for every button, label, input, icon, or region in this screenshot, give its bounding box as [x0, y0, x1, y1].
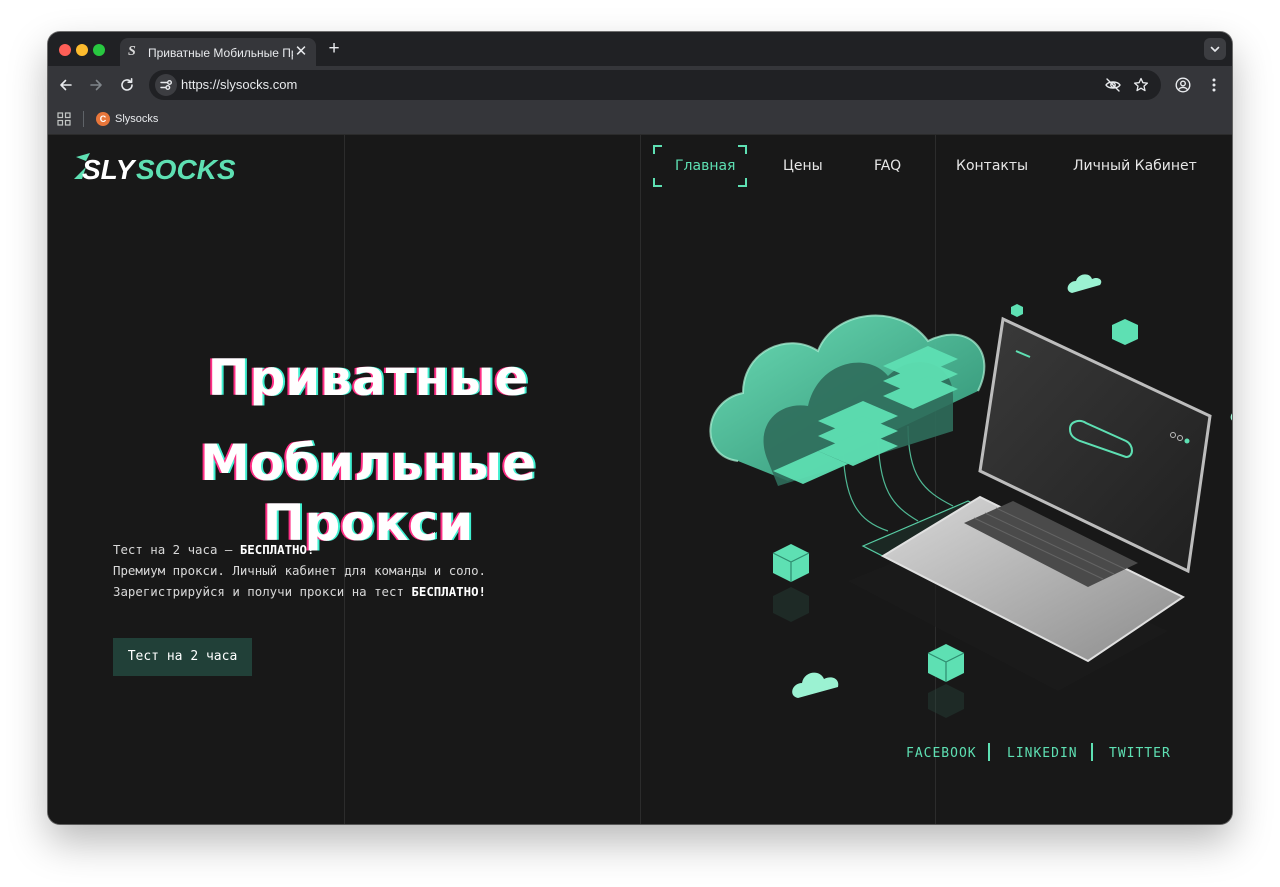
twitter-link[interactable]: TWITTER: [1109, 745, 1171, 763]
more-vert-icon: [1212, 78, 1216, 92]
test-trial-button[interactable]: Тест на 2 часа: [113, 638, 252, 676]
arrow-left-icon: [60, 79, 72, 91]
browser-window: S Приватные Мобильные Прокси ✕ +: [48, 32, 1232, 824]
cloud-laptop-illustration: [709, 274, 1232, 718]
apps-button[interactable]: [57, 112, 71, 126]
facebook-link[interactable]: FACEBOOK: [906, 745, 977, 763]
logo-part-sly: SLY: [82, 154, 137, 185]
site-logo[interactable]: SLY SOCKS: [72, 149, 262, 187]
profile-button[interactable]: [1173, 75, 1193, 95]
hero-text-line3-bold: БЕСПЛАТНО!: [411, 584, 487, 599]
nav-item-prices[interactable]: Цены: [783, 156, 823, 176]
close-window-button[interactable]: [59, 44, 71, 56]
star-icon: [1133, 77, 1149, 92]
bookmarks-bar: C Slysocks: [48, 104, 1232, 135]
slysocks-s-logo-icon: S: [128, 44, 136, 59]
cloud-server-icon: [709, 314, 986, 486]
nav-item-home[interactable]: Главная: [675, 156, 735, 176]
hero-text-line3-regular: Зарегистрируйся и получи прокси на тест: [113, 584, 412, 599]
hero-text-line1-regular: Тест на 2 часа –: [113, 542, 240, 557]
linkedin-link[interactable]: LINKEDIN: [1007, 745, 1078, 763]
bookmark-favicon-icon: C: [96, 112, 110, 126]
browser-menu-button[interactable]: [1204, 75, 1224, 95]
tab-strip: S Приватные Мобильные Прокси ✕ +: [48, 32, 1232, 66]
site-info-button[interactable]: [155, 74, 177, 96]
account-circle-icon: [1175, 77, 1191, 93]
maximize-window-button[interactable]: [93, 44, 105, 56]
tune-icon: [160, 79, 172, 90]
forward-button[interactable]: [86, 75, 106, 95]
tracking-protection-button[interactable]: [1103, 75, 1123, 95]
nav-item-contacts[interactable]: Контакты: [956, 156, 1028, 176]
browser-toolbar: https://slysocks.com: [48, 66, 1232, 104]
apps-grid-icon: [57, 112, 71, 126]
hero-title-line1: Приватные: [207, 349, 529, 407]
slysocks-logo: SLY SOCKS: [74, 153, 236, 185]
eye-off-icon: [1105, 78, 1121, 92]
tab-title: Приватные Мобильные Прокси: [148, 46, 293, 60]
bookmark-label: Slysocks: [115, 113, 159, 125]
nav-item-account[interactable]: Личный Кабинет: [1073, 156, 1197, 176]
hero-text-line2: Премиум прокси. Личный кабинет для коман…: [113, 563, 486, 578]
arrow-right-icon: [90, 79, 102, 91]
bookmarks-divider: [83, 111, 84, 127]
logo-part-socks: SOCKS: [136, 154, 236, 185]
hero-text-line3: Зарегистрируйся и получи прокси на тест …: [113, 581, 673, 602]
reload-icon: [121, 78, 133, 91]
new-tab-button[interactable]: +: [324, 39, 344, 59]
url-text: https://slysocks.com: [181, 77, 298, 92]
hero-text-line1: Тест на 2 часа – БЕСПЛАТНО!: [113, 539, 673, 560]
address-bar[interactable]: https://slysocks.com: [149, 70, 1161, 100]
nav-item-faq[interactable]: FAQ: [874, 156, 901, 176]
close-tab-icon[interactable]: ✕: [292, 43, 310, 61]
hero-title-line2: Мобильные Прокси: [200, 434, 536, 552]
hero-text-line1-bold: БЕСПЛАТНО!: [239, 542, 315, 557]
tab-search-button[interactable]: [1204, 38, 1226, 60]
back-button[interactable]: [56, 75, 76, 95]
minimize-window-button[interactable]: [76, 44, 88, 56]
social-separator: [988, 743, 990, 761]
web-page: SLY SOCKS Главная Цены FAQ Контакты Личн…: [48, 135, 1232, 824]
browser-tab-active[interactable]: S Приватные Мобильные Прокси ✕: [120, 38, 316, 66]
chevron-down-icon: [1210, 46, 1220, 52]
reload-button[interactable]: [117, 75, 137, 95]
social-separator: [1091, 743, 1093, 761]
bookmark-star-button[interactable]: [1131, 75, 1151, 95]
